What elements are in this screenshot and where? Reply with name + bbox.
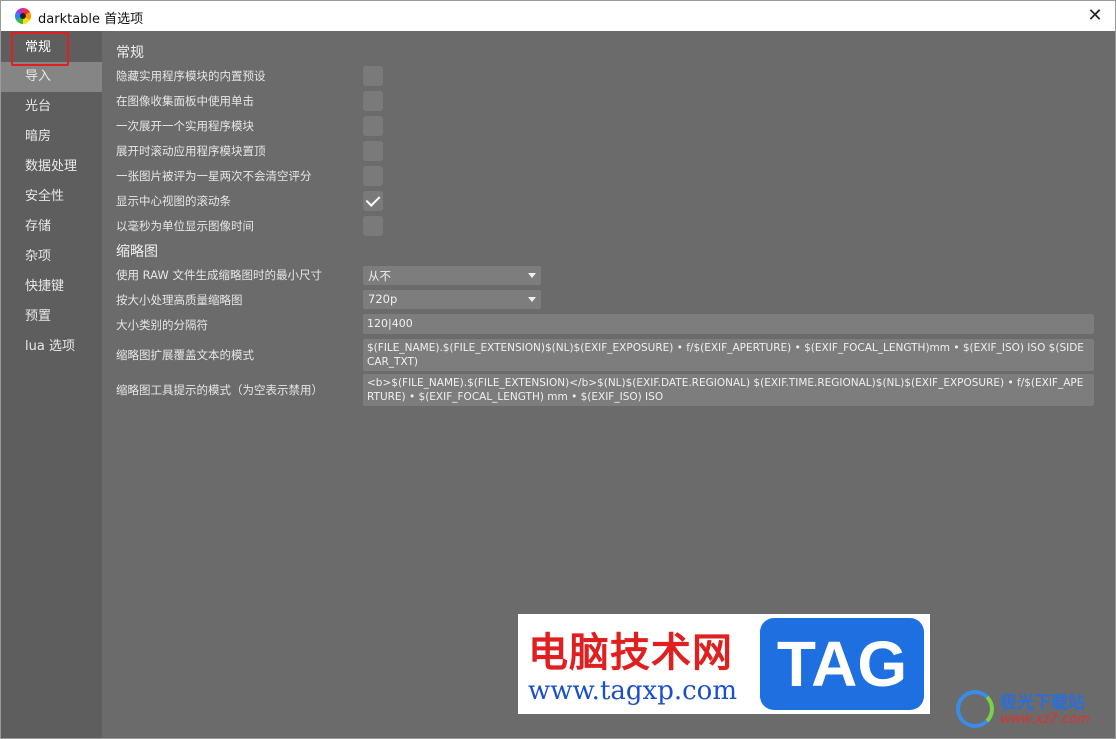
sidebar-item-shortcuts[interactable]: 快捷键 bbox=[1, 272, 102, 302]
raw-min-size-label: 使用 RAW 文件生成缩略图时的最小尺寸 bbox=[116, 268, 322, 282]
darktable-app-icon bbox=[15, 8, 31, 24]
option-label: 显示中心视图的滚动条 bbox=[116, 194, 231, 208]
scrollbar-option-checkbox[interactable] bbox=[363, 191, 383, 211]
sidebar-item-processing[interactable]: 数据处理 bbox=[1, 152, 102, 182]
section-title-general: 常规 bbox=[116, 45, 144, 61]
watermark-tag-logo: TAG bbox=[760, 618, 924, 710]
hq-thumbnail-label: 按大小处理高质量缩略图 bbox=[116, 293, 243, 307]
option-label: 一张图片被评为一星两次不会清空评分 bbox=[116, 169, 312, 183]
option-checkbox[interactable] bbox=[363, 166, 383, 186]
title-bar: darktable 首选项 ✕ bbox=[1, 1, 1115, 31]
window-title: darktable 首选项 bbox=[38, 12, 144, 27]
corner-logo-cn: 极光下载站 bbox=[1000, 693, 1085, 713]
sidebar-item-security[interactable]: 安全性 bbox=[1, 182, 102, 212]
sidebar-item-presets[interactable]: 预置 bbox=[1, 302, 102, 332]
raw-min-size-value: 从不 bbox=[368, 269, 391, 283]
raw-min-size-dropdown[interactable]: 从不 bbox=[363, 266, 541, 285]
option-checkbox[interactable] bbox=[363, 116, 383, 136]
sidebar-item-lighttable[interactable]: 光台 bbox=[1, 92, 102, 122]
hq-thumbnail-dropdown[interactable]: 720p bbox=[363, 290, 541, 309]
corner-logo-url: www.xz7.com bbox=[1000, 712, 1090, 727]
option-label: 在图像收集面板中使用单击 bbox=[116, 94, 254, 108]
red-highlight-box bbox=[11, 32, 69, 66]
chevron-down-icon bbox=[528, 273, 536, 278]
tooltip-pattern-input[interactable]: <b>$(FILE_NAME).$(FILE_EXTENSION)</b>$(N… bbox=[363, 374, 1094, 406]
section-title-thumbnails: 缩略图 bbox=[116, 244, 158, 260]
option-checkbox[interactable] bbox=[363, 66, 383, 86]
option-checkbox[interactable] bbox=[363, 141, 383, 161]
sidebar-item-darkroom[interactable]: 暗房 bbox=[1, 122, 102, 152]
option-label: 展开时滚动应用程序模块置顶 bbox=[116, 144, 266, 158]
option-checkbox[interactable] bbox=[363, 91, 383, 111]
watermark-url: www.tagxp.com bbox=[528, 676, 737, 706]
option-label: 一次展开一个实用程序模块 bbox=[116, 119, 254, 133]
size-separator-label: 大小类别的分隔符 bbox=[116, 318, 208, 332]
aurora-logo-icon bbox=[956, 690, 994, 728]
chevron-down-icon bbox=[528, 297, 536, 302]
sidebar-item-misc[interactable]: 杂项 bbox=[1, 242, 102, 272]
option-label: 隐藏实用程序模块的内置预设 bbox=[116, 69, 266, 83]
sidebar-item-storage[interactable]: 存储 bbox=[1, 212, 102, 242]
overlay-pattern-input[interactable]: $(FILE_NAME).$(FILE_EXTENSION)$(NL)$(EXI… bbox=[363, 339, 1094, 371]
watermark-cn-text: 电脑技术网 bbox=[528, 629, 733, 676]
size-separator-input[interactable]: 120|400 bbox=[363, 314, 1094, 334]
sidebar: 常规 导入 光台 暗房 数据处理 安全性 存储 杂项 快捷键 预置 lua 选项 bbox=[1, 31, 102, 738]
corner-site-logo: 极光下载站 www.xz7.com bbox=[954, 682, 1114, 736]
hq-thumbnail-value: 720p bbox=[368, 292, 398, 306]
tooltip-pattern-label: 缩略图工具提示的模式（为空表示禁用） bbox=[116, 383, 323, 397]
sidebar-item-lua-options[interactable]: lua 选项 bbox=[1, 332, 102, 362]
option-label: 以毫秒为单位显示图像时间 bbox=[116, 219, 254, 233]
sidebar-item-import[interactable]: 导入 bbox=[1, 62, 102, 92]
option-checkbox[interactable] bbox=[363, 216, 383, 236]
overlay-pattern-label: 缩略图扩展覆盖文本的模式 bbox=[116, 348, 254, 362]
close-button[interactable]: ✕ bbox=[1083, 4, 1107, 28]
watermark-banner: 电脑技术网 www.tagxp.com TAG bbox=[518, 614, 930, 714]
